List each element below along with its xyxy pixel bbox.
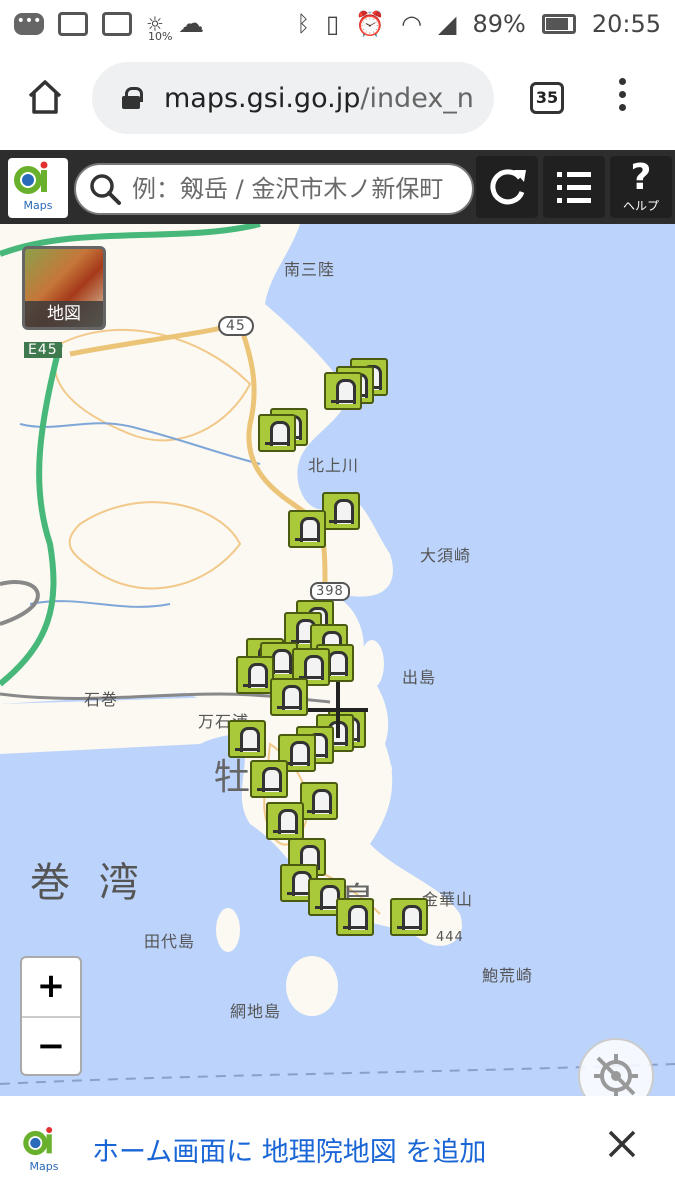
- place-label: 大須崎: [420, 546, 472, 565]
- monument-marker[interactable]: [258, 414, 296, 452]
- monument-marker[interactable]: [288, 510, 326, 548]
- monument-marker[interactable]: [300, 782, 338, 820]
- weather-percent: 10%: [148, 30, 173, 43]
- refresh-icon: [490, 169, 526, 205]
- basemap-switch-button[interactable]: 地図: [22, 246, 106, 330]
- address-bar[interactable]: maps.gsi.go.jp/index_n: [92, 62, 494, 134]
- place-label: 田代島: [144, 932, 196, 951]
- elevation-label: 444: [436, 930, 464, 945]
- wifi-icon: ◠: [401, 10, 423, 38]
- center-crosshair: [336, 682, 340, 738]
- vibrate-icon: ▯: [325, 10, 340, 38]
- add-to-home-link[interactable]: ホーム画面に 地理院地図 を追加: [92, 1130, 486, 1169]
- place-label: 北上川: [308, 456, 360, 475]
- monument-marker[interactable]: [324, 372, 362, 410]
- gsi-logo-icon: [14, 161, 48, 194]
- help-button[interactable]: ? ヘルプ: [610, 156, 672, 218]
- message-icon: •••: [14, 13, 44, 35]
- basemap-label: 地図: [25, 301, 103, 327]
- home-icon[interactable]: [26, 78, 64, 116]
- place-label: 南三陸: [284, 260, 336, 279]
- url-path: /index_n: [360, 82, 474, 114]
- road-label: 45: [218, 316, 254, 336]
- url-host: maps.gsi.go.jp: [164, 82, 361, 114]
- close-icon[interactable]: [604, 1126, 640, 1162]
- search-box[interactable]: [74, 163, 474, 215]
- place-label: 出島: [402, 668, 437, 687]
- bay-label: 巻 湾: [30, 860, 147, 906]
- expressway-label: E45: [24, 342, 62, 358]
- banner-logo-label: Maps: [29, 1160, 59, 1173]
- gmail-icon: [58, 12, 88, 36]
- gsi-maps-logo[interactable]: Maps: [8, 158, 68, 218]
- locate-icon: [594, 1054, 638, 1096]
- battery-percent: 89%: [472, 10, 526, 38]
- zoom-control: + −: [20, 956, 82, 1076]
- monument-marker[interactable]: [390, 898, 428, 936]
- cloud-icon: ☁: [177, 9, 204, 39]
- place-label: 石巻: [84, 690, 119, 709]
- signal-icon: ◢: [438, 10, 457, 38]
- help-icon: ?: [630, 157, 652, 198]
- list-icon: [557, 172, 591, 203]
- current-location-button[interactable]: [578, 1038, 654, 1096]
- place-label: 鮑荒崎: [482, 966, 534, 985]
- alarm-icon: ⏰: [355, 10, 386, 38]
- monument-marker[interactable]: [228, 720, 266, 758]
- weather-icon: ☼ 10%: [146, 12, 173, 43]
- monument-marker[interactable]: [266, 802, 304, 840]
- url-text: maps.gsi.go.jp/index_n: [164, 83, 474, 114]
- gsi-logo-icon: [23, 1127, 53, 1156]
- lock-icon: [122, 87, 143, 109]
- refresh-button[interactable]: [476, 156, 538, 218]
- map-canvas[interactable]: 地図 南三陸 45 E45 北上川 大須崎 398 出島 石巻 万石浦 巻 湾 …: [0, 224, 675, 1096]
- layer-list-button[interactable]: [543, 156, 605, 218]
- news-icon: [102, 12, 132, 36]
- monument-marker[interactable]: [322, 492, 360, 530]
- road-label: 398: [310, 582, 350, 601]
- search-input[interactable]: [132, 175, 472, 203]
- monument-marker[interactable]: [270, 678, 308, 716]
- place-label: 網地島: [230, 1002, 282, 1021]
- add-to-home-banner[interactable]: Maps ホーム画面に 地理院地図 を追加: [0, 1096, 675, 1200]
- monument-marker[interactable]: [336, 898, 374, 936]
- monument-marker[interactable]: [236, 656, 274, 694]
- logo-label: Maps: [23, 199, 53, 212]
- status-bar: ••• ☼ 10% ☁ ᛒ ▯ ⏰ ◠ ◢ 89% 20:55: [0, 0, 675, 48]
- zoom-out-button[interactable]: −: [22, 1016, 80, 1074]
- banner-logo: Maps: [18, 1124, 70, 1176]
- clock: 20:55: [591, 10, 661, 38]
- gsi-toolbar: Maps ? ヘルプ: [0, 150, 675, 224]
- battery-icon: [541, 14, 576, 34]
- tab-switcher-button[interactable]: 35: [530, 82, 564, 114]
- help-label: ヘルプ: [622, 199, 659, 213]
- zoom-in-button[interactable]: +: [22, 958, 80, 1016]
- bluetooth-icon: ᛒ: [296, 11, 310, 37]
- overflow-menu-icon[interactable]: [612, 78, 632, 118]
- monument-marker[interactable]: [250, 760, 288, 798]
- search-icon: [90, 174, 121, 205]
- browser-toolbar: maps.gsi.go.jp/index_n 35: [0, 48, 675, 148]
- place-label: 金華山: [422, 890, 474, 909]
